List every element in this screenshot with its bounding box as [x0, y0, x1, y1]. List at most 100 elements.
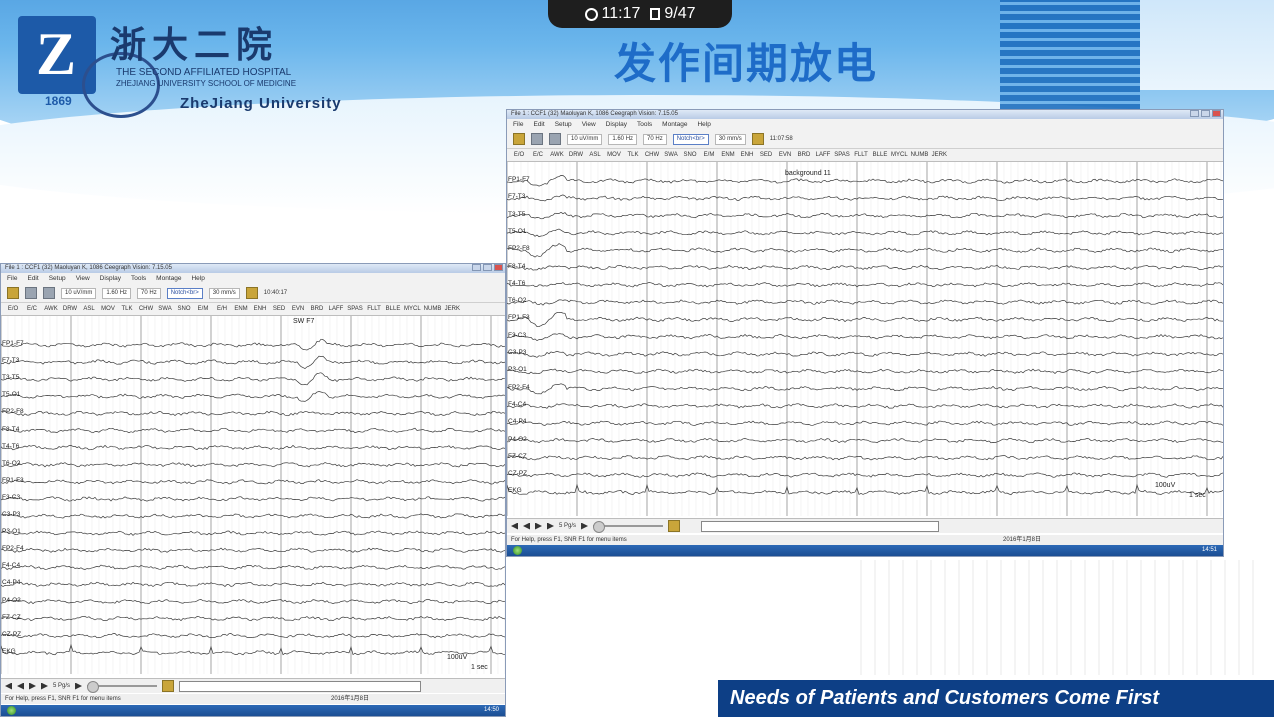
maximize-button[interactable]	[483, 264, 492, 271]
event-button[interactable]: BLLE	[872, 149, 888, 161]
recording-timeline[interactable]	[179, 680, 422, 692]
event-button[interactable]: ASL	[81, 303, 97, 315]
event-button[interactable]: EVN	[290, 303, 306, 315]
event-button[interactable]: ENH	[739, 149, 755, 161]
event-button[interactable]: SWA	[663, 149, 679, 161]
event-button[interactable]: ASL	[587, 149, 603, 161]
playback-slider[interactable]	[87, 681, 158, 693]
recording-timeline[interactable]	[701, 520, 940, 532]
notch-select[interactable]: Notch<br>	[166, 287, 203, 299]
rewind-button[interactable]	[511, 522, 518, 530]
page-speed-select[interactable]: 5 Pg/s	[559, 523, 576, 529]
save-icon[interactable]	[549, 133, 561, 145]
eeg-plot[interactable]: FP1-F7 F7-T3 T3-T5 T5-O1 FP2-F8 F8-T4 T4-T6 T6-…	[1, 316, 505, 674]
menu-edit[interactable]: Edit	[27, 273, 38, 284]
event-button[interactable]: EVN	[777, 149, 793, 161]
close-button[interactable]	[1212, 110, 1221, 117]
event-button[interactable]: FLLT	[853, 149, 869, 161]
event-button[interactable]: SNO	[682, 149, 698, 161]
minimize-button[interactable]	[472, 264, 481, 271]
montage-icon[interactable]	[245, 287, 258, 299]
event-button[interactable]: E/O	[511, 149, 527, 161]
event-button[interactable]: CHW	[138, 303, 154, 315]
event-button[interactable]: SED	[758, 149, 774, 161]
step-back-button[interactable]	[17, 682, 24, 690]
event-button[interactable]: E/C	[530, 149, 546, 161]
notch-select[interactable]: Notch<br>	[672, 133, 709, 145]
play-button[interactable]	[581, 522, 589, 530]
play-button[interactable]	[75, 682, 83, 690]
menu-display[interactable]: Display	[606, 119, 627, 130]
event-button[interactable]: E/C	[24, 303, 40, 315]
close-button[interactable]	[494, 264, 503, 271]
step-forward-button[interactable]	[535, 522, 542, 530]
speed-select[interactable]: 30 mm/s	[208, 287, 240, 299]
menu-display[interactable]: Display	[100, 273, 121, 284]
minimize-button[interactable]	[1190, 110, 1199, 117]
start-button[interactable]	[513, 546, 522, 555]
montage-icon[interactable]	[751, 133, 764, 145]
event-button[interactable]: TLK	[625, 149, 641, 161]
event-button[interactable]: MOV	[606, 149, 622, 161]
maximize-button[interactable]	[1201, 110, 1210, 117]
event-button[interactable]: MYCL	[404, 303, 421, 315]
fast-forward-button[interactable]	[547, 522, 554, 530]
event-button[interactable]: ENM	[720, 149, 736, 161]
event-button[interactable]: LAFF	[815, 149, 831, 161]
event-button[interactable]: CHW	[644, 149, 660, 161]
event-button[interactable]: SWA	[157, 303, 173, 315]
event-button[interactable]: NUMB	[911, 149, 929, 161]
menu-montage[interactable]: Montage	[156, 273, 181, 284]
menu-help[interactable]: Help	[697, 119, 710, 130]
event-button[interactable]: AWK	[43, 303, 59, 315]
event-button[interactable]: E/M	[701, 149, 717, 161]
marker-icon[interactable]	[162, 680, 175, 692]
open-folder-icon[interactable]	[513, 133, 525, 145]
event-button[interactable]: E/H	[214, 303, 230, 315]
menu-edit[interactable]: Edit	[533, 119, 544, 130]
step-back-button[interactable]	[523, 522, 530, 530]
event-button[interactable]: DRW	[62, 303, 78, 315]
menu-montage[interactable]: Montage	[662, 119, 687, 130]
open-folder-icon[interactable]	[7, 287, 19, 299]
page-speed-select[interactable]: 5 Pg/s	[53, 683, 70, 689]
event-button[interactable]: NUMB	[424, 303, 442, 315]
event-button[interactable]: MYCL	[891, 149, 908, 161]
sensitivity-select[interactable]: 10 uV/mm	[567, 133, 603, 145]
event-button[interactable]: BLLE	[385, 303, 401, 315]
event-button[interactable]: BRD	[309, 303, 325, 315]
menu-file[interactable]: File	[7, 273, 17, 284]
event-button[interactable]: FLLT	[366, 303, 382, 315]
playback-slider[interactable]	[593, 521, 664, 533]
event-button[interactable]: JERK	[444, 303, 460, 315]
event-button[interactable]: MOV	[100, 303, 116, 315]
event-button[interactable]: SPAS	[347, 303, 363, 315]
rewind-button[interactable]	[5, 682, 12, 690]
event-button[interactable]: DRW	[568, 149, 584, 161]
menu-setup[interactable]: Setup	[555, 119, 572, 130]
menu-help[interactable]: Help	[191, 273, 204, 284]
event-button[interactable]: ENH	[252, 303, 268, 315]
fast-forward-button[interactable]	[41, 682, 48, 690]
low-filter-select[interactable]: 1.60 Hz	[608, 133, 638, 145]
menu-tools[interactable]: Tools	[637, 119, 652, 130]
print-icon[interactable]	[531, 133, 543, 145]
eeg-plot[interactable]: FP1-F7 F7-T3 T3-T5 T5-O1 FP2-F8 F8-T4 T4-T6 T6-…	[507, 162, 1223, 516]
event-button[interactable]: JERK	[931, 149, 947, 161]
event-button[interactable]: SNO	[176, 303, 192, 315]
save-icon[interactable]	[43, 287, 55, 299]
start-button[interactable]	[7, 706, 16, 715]
print-icon[interactable]	[25, 287, 37, 299]
event-button[interactable]: SPAS	[834, 149, 850, 161]
menu-view[interactable]: View	[76, 273, 90, 284]
event-button[interactable]: ENM	[233, 303, 249, 315]
sensitivity-select[interactable]: 10 uV/mm	[61, 287, 97, 299]
event-button[interactable]: E/M	[195, 303, 211, 315]
low-filter-select[interactable]: 1.60 Hz	[102, 287, 132, 299]
event-button[interactable]: E/O	[5, 303, 21, 315]
high-filter-select[interactable]: 70 Hz	[643, 133, 667, 145]
event-button[interactable]: TLK	[119, 303, 135, 315]
menu-tools[interactable]: Tools	[131, 273, 146, 284]
speed-select[interactable]: 30 mm/s	[714, 133, 746, 145]
step-forward-button[interactable]	[29, 682, 36, 690]
